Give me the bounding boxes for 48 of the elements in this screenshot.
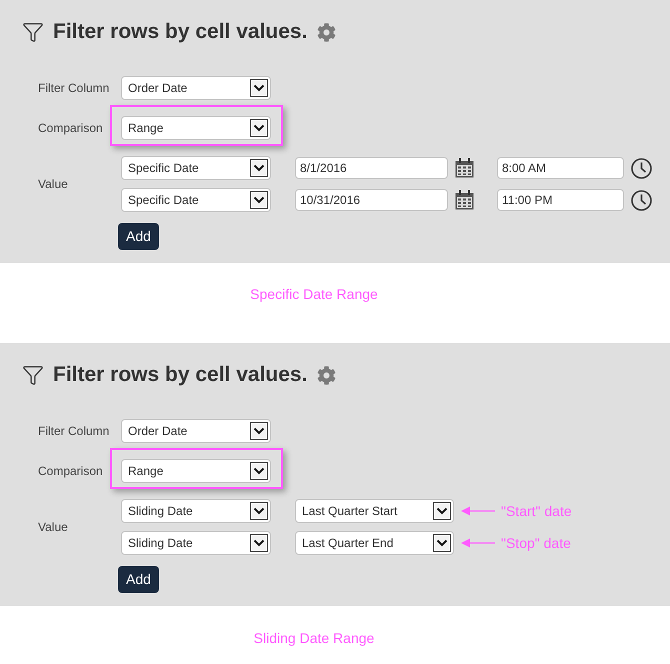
panel-title: Filter rows by cell values. [53,362,308,388]
chevron-down-icon [250,502,268,520]
chevron-down-icon [250,159,268,177]
field-label: Filter Column [38,423,110,440]
chevron-down-icon [250,422,268,440]
leader-arrow [461,538,495,548]
dropdown[interactable]: Last Quarter Start [295,499,454,523]
filter-icon [22,21,44,43]
caption: Specific Date Range [249,285,379,304]
filter-icon [22,364,44,386]
dropdown[interactable]: Sliding Date [121,499,271,523]
dropdown[interactable]: Order Date [121,76,271,100]
time-field[interactable]: 11:00 PM [497,189,624,211]
panel-title: Filter rows by cell values. [53,19,308,46]
chevron-down-icon [250,119,268,137]
dropdown[interactable]: Order Date [121,419,271,443]
chevron-down-icon [433,502,451,520]
clock-icon[interactable] [631,158,652,178]
field-label: Comparison [38,463,104,480]
field-label: Value [38,519,69,536]
date-field[interactable]: 8/1/2016 [295,157,448,179]
date-field[interactable]: 10/31/2016 [295,189,448,211]
dropdown[interactable]: Last Quarter End [295,531,454,555]
time-field[interactable]: 8:00 AM [497,157,624,179]
settings-icon[interactable] [317,22,336,42]
dropdown[interactable]: Range [121,459,271,483]
annotation-text: "Stop" date [501,534,571,553]
dropdown[interactable]: Specific Date [121,156,271,180]
dropdown[interactable]: Sliding Date [121,531,271,555]
chevron-down-icon [250,534,268,552]
add-button[interactable]: Add [118,223,159,250]
field-label: Value [38,176,69,193]
calendar-icon[interactable] [455,190,474,210]
add-button[interactable]: Add [118,566,159,593]
chevron-down-icon [250,79,268,97]
annotation-text: "Start" date [501,502,572,520]
caption: Sliding Date Range [252,629,376,648]
dropdown[interactable]: Specific Date [121,188,271,212]
calendar-icon[interactable] [455,158,474,178]
chevron-down-icon [250,191,268,209]
field-label: Filter Column [38,80,110,97]
leader-arrow [461,506,495,516]
field-label: Comparison [38,120,104,137]
chevron-down-icon [433,534,451,552]
dropdown[interactable]: Range [121,116,271,140]
clock-icon[interactable] [631,190,652,210]
chevron-down-icon [250,462,268,480]
settings-icon[interactable] [317,366,336,384]
